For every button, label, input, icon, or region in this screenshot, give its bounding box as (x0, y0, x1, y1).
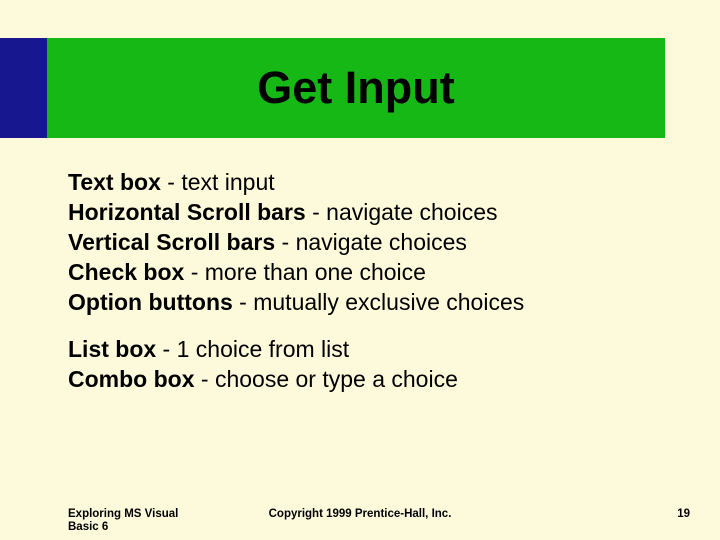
item-term: Text box (68, 169, 161, 195)
item-desc: - choose or type a choice (195, 366, 458, 392)
list-item: Text box - text input (68, 168, 668, 198)
item-term: List box (68, 336, 156, 362)
item-desc: - text input (161, 169, 275, 195)
item-desc: - navigate choices (306, 199, 498, 225)
list-item: Vertical Scroll bars - navigate choices (68, 228, 668, 258)
footer-center: Copyright 1999 Prentice-Hall, Inc. (0, 508, 720, 520)
slide: Get Input Text box - text input Horizont… (0, 0, 720, 540)
list-item: Horizontal Scroll bars - navigate choice… (68, 198, 668, 228)
list-item: Option buttons - mutually exclusive choi… (68, 288, 668, 318)
item-group-1: Text box - text input Horizontal Scroll … (68, 168, 668, 317)
item-desc: - 1 choice from list (156, 336, 349, 362)
title-bar: Get Input (47, 38, 665, 138)
list-item: List box - 1 choice from list (68, 335, 668, 365)
item-term: Vertical Scroll bars (68, 229, 275, 255)
item-term: Horizontal Scroll bars (68, 199, 306, 225)
list-item: Combo box - choose or type a choice (68, 365, 668, 395)
item-desc: - more than one choice (184, 259, 426, 285)
item-desc: - mutually exclusive choices (233, 289, 524, 315)
slide-body: Text box - text input Horizontal Scroll … (68, 168, 668, 395)
list-item: Check box - more than one choice (68, 258, 668, 288)
item-group-2: List box - 1 choice from list Combo box … (68, 335, 668, 395)
item-term: Combo box (68, 366, 195, 392)
footer-page-number: 19 (677, 508, 690, 520)
accent-stripe (0, 38, 47, 138)
item-term: Check box (68, 259, 184, 285)
item-desc: - navigate choices (275, 229, 467, 255)
slide-title: Get Input (257, 62, 454, 114)
item-term: Option buttons (68, 289, 233, 315)
